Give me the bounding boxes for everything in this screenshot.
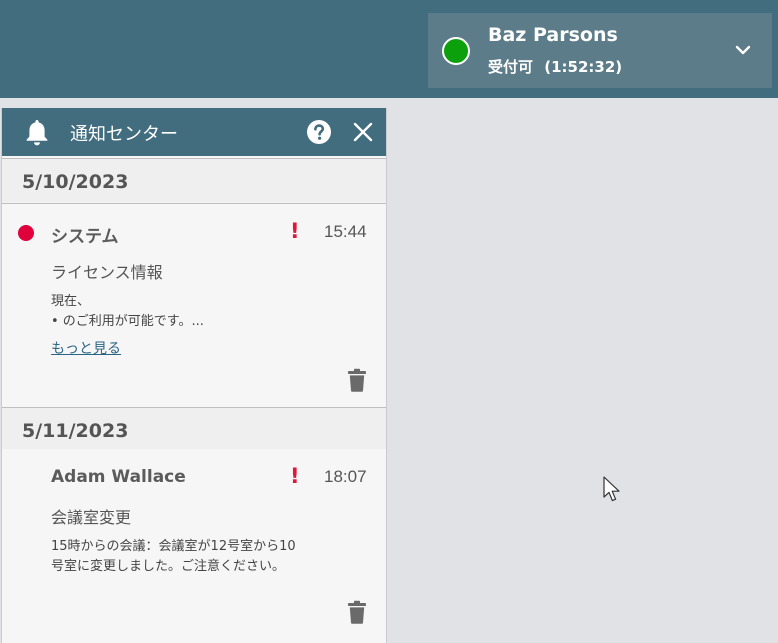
user-name: Baz Parsons [488, 24, 618, 46]
close-icon[interactable] [352, 121, 374, 143]
body-line: • のご利用が可能です。... [51, 314, 204, 329]
body-line: 号室に変更しました。ご注意ください。 [51, 559, 286, 574]
notification-item[interactable]: システム ! 15:44 ライセンス情報 現在、 • のご利用が可能です。...… [2, 203, 386, 408]
status-timer: (1:52:32) [544, 58, 623, 76]
date-header: 5/10/2023 [2, 158, 386, 202]
status-indicator [442, 37, 470, 65]
user-status: 受付可 (1:52:32) [488, 56, 622, 77]
bell-icon [26, 120, 48, 146]
panel-header: 通知センター [2, 108, 386, 156]
notification-body: 現在、 • のご利用が可能です。... [51, 292, 204, 332]
panel-title: 通知センター [70, 124, 178, 145]
priority-icon: ! [290, 219, 300, 243]
notification-time: 15:44 [324, 222, 367, 241]
notification-body: 15時からの会議：会議室が12号室から10 号室に変更しました。ご注意ください。 [51, 537, 296, 577]
date-header: 5/11/2023 [2, 407, 386, 451]
trash-icon[interactable] [347, 368, 367, 392]
notification-item[interactable]: Adam Wallace ! 18:07 会議室変更 15時からの会議：会議室が… [2, 449, 386, 643]
help-icon[interactable] [306, 119, 332, 145]
trash-icon[interactable] [347, 600, 367, 624]
mouse-cursor-icon [603, 476, 620, 502]
unread-indicator [18, 225, 34, 241]
user-status-card[interactable]: Baz Parsons 受付可 (1:52:32) [428, 13, 772, 88]
notification-sender: システム [51, 227, 119, 247]
read-more-link[interactable]: もっと見る [51, 338, 121, 358]
body-line: 現在、 [51, 294, 91, 309]
notification-subject: ライセンス情報 [51, 263, 163, 282]
body-line: 15時からの会議：会議室が12号室から10 [51, 539, 296, 554]
top-bar: Baz Parsons 受付可 (1:52:32) [0, 0, 778, 98]
status-label: 受付可 [488, 58, 534, 76]
notification-center-panel: 通知センター 5/10/2023 システム ! 15:44 ライセンス情報 現在… [1, 108, 387, 643]
priority-icon: ! [290, 464, 300, 488]
notification-sender: Adam Wallace [51, 467, 186, 487]
notification-subject: 会議室変更 [51, 508, 132, 527]
notification-time: 18:07 [324, 467, 367, 486]
chevron-down-icon[interactable] [734, 41, 752, 59]
